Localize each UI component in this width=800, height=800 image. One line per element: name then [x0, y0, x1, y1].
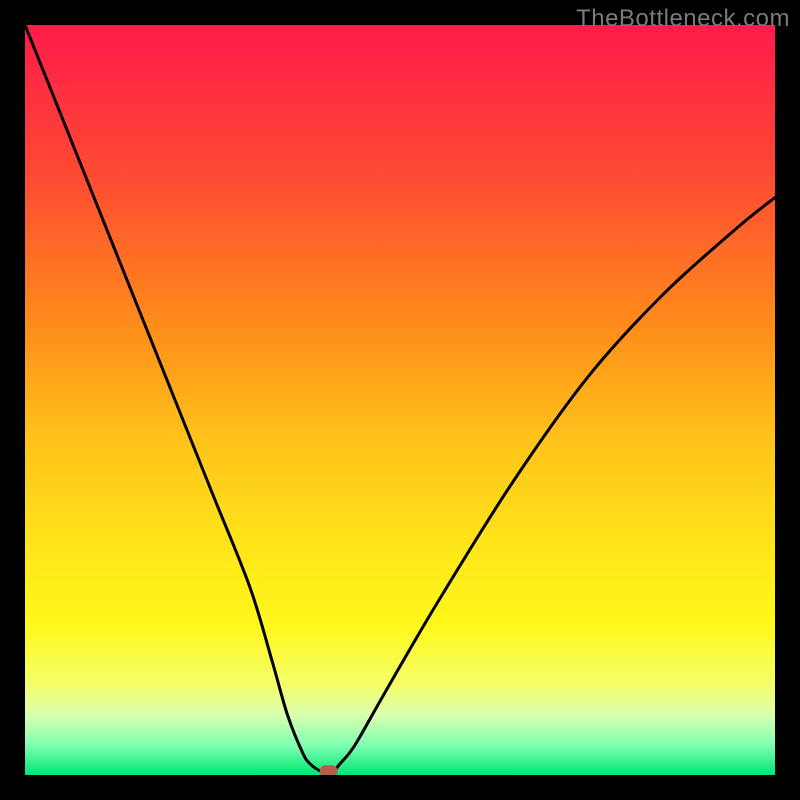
watermark-text: TheBottleneck.com [576, 5, 790, 33]
chart-container: TheBottleneck.com [0, 0, 800, 800]
gradient-background [25, 25, 775, 775]
chart-svg [25, 25, 775, 775]
plot-area [25, 25, 775, 775]
optimal-point-marker [320, 765, 338, 775]
